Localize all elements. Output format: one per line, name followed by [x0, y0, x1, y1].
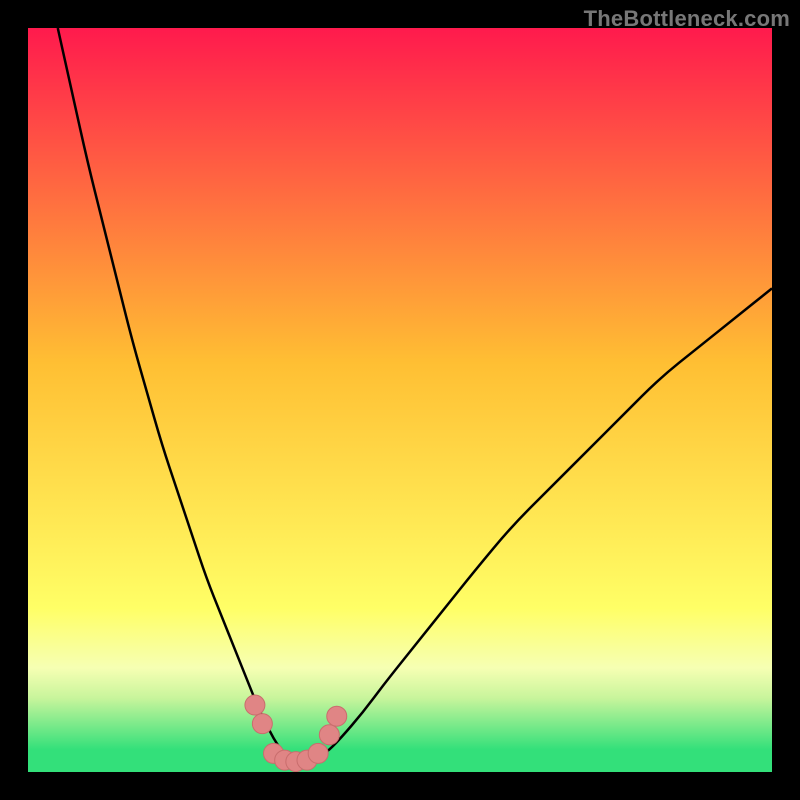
chart-frame: TheBottleneck.com	[0, 0, 800, 800]
watermark-text: TheBottleneck.com	[584, 6, 790, 32]
chart-plot-area	[28, 28, 772, 772]
